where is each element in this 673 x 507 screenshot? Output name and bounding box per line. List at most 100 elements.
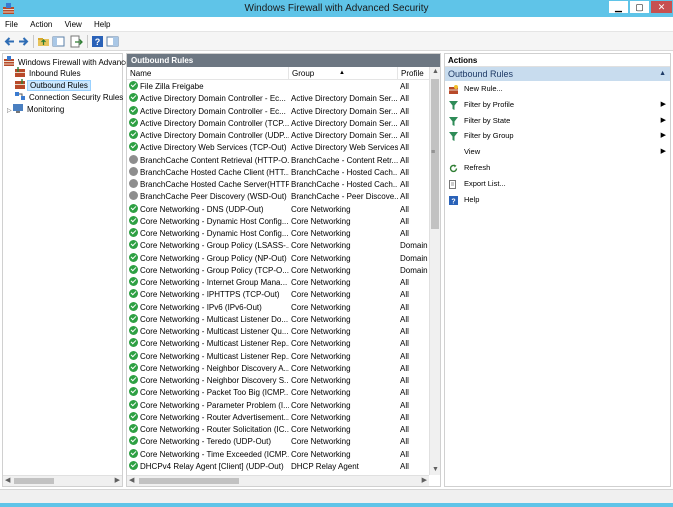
table-row[interactable]: DHCPv4 Relay Agent [Client] (UDP-Out) DHC…: [127, 460, 429, 473]
actions-section-outbound-rules[interactable]: Outbound Rules ▲: [445, 67, 670, 81]
scroll-down-icon[interactable]: ▼: [432, 465, 439, 475]
rule-enabled-icon: [129, 399, 138, 409]
menu-file[interactable]: File: [0, 17, 23, 32]
tree-item-connection-security-rules[interactable]: Connection Security Rules: [15, 91, 125, 103]
table-row[interactable]: Core Networking - IPv6 (IPv6-Out) Core Ne…: [127, 301, 429, 314]
navigation-tree: Windows Firewall with Advance Inbound Ru…: [2, 53, 130, 487]
table-row[interactable]: Active Directory Web Services (TCP-Out) A…: [127, 142, 429, 154]
action-filter-by-state[interactable]: Filter by State ▶: [445, 113, 670, 129]
properties-pane-icon[interactable]: [106, 35, 119, 48]
table-row[interactable]: Core Networking - Multicast Listener Do.…: [127, 313, 429, 326]
scroll-right-icon[interactable]: ▶: [422, 476, 427, 486]
status-bar: [0, 489, 673, 507]
table-row[interactable]: Core Networking - Dynamic Host Config...…: [127, 228, 429, 240]
action-label: Refresh: [464, 162, 491, 172]
action-view[interactable]: View ▶: [445, 144, 670, 160]
rule-profile: All: [400, 400, 409, 410]
rule-name-cell: Core Networking - DNS (UDP-Out): [129, 203, 289, 216]
rule-enabled-icon: [129, 289, 138, 299]
table-row[interactable]: Core Networking - Internet Group Mana...…: [127, 277, 429, 289]
scroll-left-icon[interactable]: ◀: [129, 476, 134, 486]
table-row[interactable]: Core Networking - Time Exceeded (ICMP...…: [127, 448, 429, 461]
rule-name-cell: BranchCache Content Retrieval (HTTP-O...: [129, 154, 289, 167]
table-row[interactable]: Core Networking - Multicast Listener Rep…: [127, 338, 429, 350]
tree-item-monitoring[interactable]: ▷ Monitoring: [7, 103, 66, 115]
table-row[interactable]: Core Networking - Multicast Listener Qu.…: [127, 326, 429, 338]
rules-horizontal-scrollbar[interactable]: ◀ ▶: [127, 475, 429, 486]
column-header-profile[interactable]: Profile: [398, 67, 429, 80]
tree-horizontal-scrollbar[interactable]: ◀ ▶: [3, 475, 122, 486]
table-row[interactable]: Core Networking - Parameter Problem (I..…: [127, 399, 429, 412]
action-export-list[interactable]: Export List...: [445, 176, 670, 192]
table-row[interactable]: Active Directory Domain Controller - Ec.…: [127, 93, 429, 105]
action-filter-by-profile[interactable]: Filter by Profile ▶: [445, 97, 670, 113]
rule-profile: All: [400, 192, 409, 202]
rule-group: Core Networking: [291, 339, 351, 349]
tree-item-inbound-rules[interactable]: Inbound Rules: [15, 67, 83, 79]
table-row[interactable]: Core Networking - Router Solicitation (I…: [127, 424, 429, 436]
table-row[interactable]: Core Networking - Multicast Listener Rep…: [127, 350, 429, 363]
action-refresh[interactable]: Refresh: [445, 160, 670, 176]
table-row[interactable]: Core Networking - Packet Too Big (ICMP..…: [127, 387, 429, 399]
table-row[interactable]: BranchCache Peer Discovery (WSD-Out) Bran…: [127, 191, 429, 203]
title-bar[interactable]: Windows Firewall with Advanced Security …: [0, 0, 673, 17]
rule-enabled-icon: [129, 411, 138, 421]
table-row[interactable]: Core Networking - Neighbor Discovery A..…: [127, 362, 429, 375]
menu-view[interactable]: View: [60, 17, 87, 32]
rule-profile: All: [400, 412, 409, 422]
table-row[interactable]: Active Directory Domain Controller - Ec.…: [127, 105, 429, 118]
collapse-icon[interactable]: ▲: [659, 67, 666, 81]
table-row[interactable]: Core Networking - Neighbor Discovery S..…: [127, 375, 429, 387]
up-folder-icon[interactable]: [37, 35, 50, 48]
minimize-button[interactable]: ▁: [608, 0, 629, 14]
scroll-left-icon[interactable]: ◀: [5, 476, 10, 486]
back-arrow-icon[interactable]: [3, 35, 16, 48]
scroll-thumb[interactable]: [139, 478, 239, 484]
rule-name: Core Networking - Group Policy (TCP-O...: [140, 265, 289, 275]
rule-name: Active Directory Domain Controller (TCP.…: [140, 118, 289, 128]
close-button[interactable]: ✕: [650, 0, 673, 14]
rules-vertical-scrollbar[interactable]: ▲ ≡ ▼: [429, 67, 440, 475]
rule-profile: All: [400, 94, 409, 104]
rule-name: Core Networking - Router Advertisement..…: [140, 412, 289, 422]
table-row[interactable]: Core Networking - Dynamic Host Config...…: [127, 215, 429, 228]
table-row[interactable]: Core Networking - DNS (UDP-Out) Core Netw…: [127, 203, 429, 216]
column-header-group[interactable]: Group ▲: [289, 67, 398, 80]
tree-item-outbound-rules[interactable]: Outbound Rules: [15, 79, 91, 91]
table-row[interactable]: BranchCache Hosted Cache Client (HTT... B…: [127, 166, 429, 179]
pane-header: Outbound Rules: [127, 54, 440, 67]
table-row[interactable]: Active Directory Domain Controller (TCP.…: [127, 117, 429, 130]
menu-action[interactable]: Action: [25, 17, 57, 32]
table-row[interactable]: File Zilla Freigabe All: [127, 81, 429, 93]
rule-profile: All: [400, 290, 409, 300]
rule-name-cell: Core Networking - IPHTTPS (TCP-Out): [129, 289, 289, 301]
table-row[interactable]: Core Networking - Teredo (UDP-Out) Core N…: [127, 436, 429, 448]
rule-enabled-icon: [129, 313, 138, 323]
action-new-rule[interactable]: New Rule...: [445, 81, 670, 97]
rule-name-cell: Core Networking - Group Policy (TCP-O...: [129, 264, 289, 277]
rule-name-cell: Core Networking - Router Solicitation (I…: [129, 424, 289, 436]
table-row[interactable]: Core Networking - Router Advertisement..…: [127, 411, 429, 424]
table-row[interactable]: Core Networking - Group Policy (LSASS-..…: [127, 240, 429, 252]
column-header-name[interactable]: Name: [127, 67, 289, 80]
rule-enabled-icon: [129, 81, 138, 90]
rule-name-cell: BranchCache Hosted Cache Client (HTT...: [129, 166, 289, 179]
help-icon[interactable]: ?: [91, 35, 104, 48]
maximize-button[interactable]: ▢: [629, 0, 650, 14]
export-icon[interactable]: [70, 35, 83, 48]
table-row[interactable]: Core Networking - Group Policy (TCP-O...…: [127, 264, 429, 277]
table-row[interactable]: BranchCache Content Retrieval (HTTP-O...…: [127, 154, 429, 167]
menu-help[interactable]: Help: [89, 17, 115, 32]
table-row[interactable]: Core Networking - Group Policy (NP-Out) C…: [127, 252, 429, 265]
action-filter-by-group[interactable]: Filter by Group ▶: [445, 128, 670, 144]
forward-arrow-icon[interactable]: [17, 35, 30, 48]
scroll-thumb[interactable]: [14, 478, 54, 484]
action-help[interactable]: ? Help: [445, 192, 670, 208]
table-row[interactable]: Active Directory Domain Controller (UDP.…: [127, 130, 429, 142]
scroll-up-icon[interactable]: ▲: [432, 67, 439, 77]
table-row[interactable]: Core Networking - IPHTTPS (TCP-Out) Core …: [127, 289, 429, 301]
rule-disabled-icon: [129, 179, 138, 188]
show-hide-tree-icon[interactable]: [52, 35, 65, 48]
table-row[interactable]: BranchCache Hosted Cache Server(HTTP... B…: [127, 179, 429, 191]
scroll-right-icon[interactable]: ▶: [115, 476, 120, 486]
